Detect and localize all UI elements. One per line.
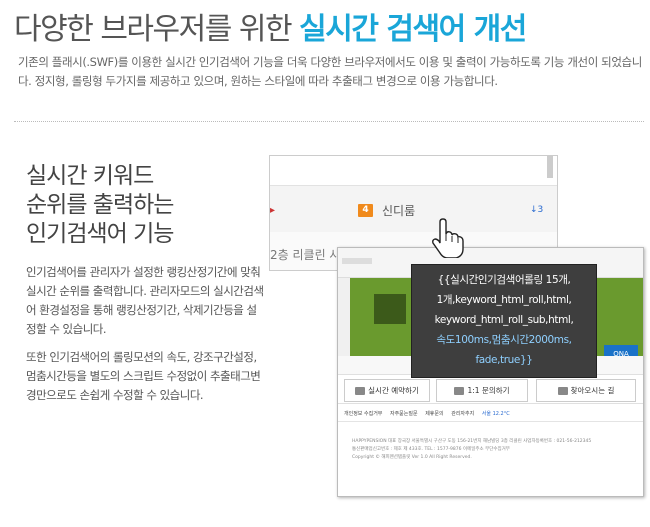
footer-link[interactable]: 자주묻는질문 (390, 411, 418, 417)
tag-line: fade,true}} (475, 354, 533, 366)
tag-line-highlight: 속도100ms,멈춤시간2000ms, (436, 334, 572, 346)
rank-badge: 4 (358, 204, 373, 217)
footer-link[interactable]: 관리자추지 (451, 411, 474, 417)
copyright-line: Copyright © 해피펜션탬플릿 Ver 1.0 All Right Re… (352, 455, 472, 460)
feature-heading-line: 실시간 키워드 (26, 163, 154, 189)
tick-mark-icon: ▸ (270, 205, 276, 216)
site-copyright: HAPPYPENSION 대표 장국장 서울특별시 구산구 도동 156-21번… (352, 438, 638, 462)
chat-icon (454, 387, 465, 395)
footer-link[interactable]: 개인정보 수집거부 (344, 411, 382, 417)
feature-description: 인기검색어를 관리자가 설정한 랭킹산정기간에 맞춰 실시간 순위를 출력합니다… (26, 263, 266, 414)
directions-card[interactable]: 찾아오시는 길 (536, 379, 636, 402)
calendar-icon (355, 387, 366, 395)
page-title-accent: 실시간 검색어 개선 (299, 12, 527, 47)
side-panel (338, 278, 350, 356)
feature-paragraph-1: 인기검색어를 관리자가 설정한 랭킹산정기간에 맞춰 실시간 순위를 출력합니다… (26, 265, 264, 336)
extract-tag-tooltip: {{실시간인기검색어롤링 15개, 1개,keyword_html_roll,h… (411, 264, 597, 378)
browser-top-area (270, 156, 557, 186)
footer-links: 개인정보 수집거부 자주묻는질문 제휴문의 관리자추지 서울 12.2°C (338, 406, 643, 422)
feature-heading: 실시간 키워드 순위를 출력하는 인기검색어 기능 (26, 162, 174, 249)
keyword-link[interactable]: 신디룸 (382, 202, 415, 219)
tag-line: 1개,keyword_html_roll,html, (436, 294, 572, 306)
hand-pointer-icon (432, 218, 464, 258)
reservation-card[interactable]: 실시간 예약하기 (344, 379, 430, 402)
card-label: 찾아오시는 길 (570, 386, 615, 395)
scrollbar (547, 156, 553, 178)
copyright-line: HAPPYPENSION 대표 장국장 서울특별시 구산구 도동 156-21번… (352, 439, 592, 444)
car-icon (557, 387, 568, 395)
card-label: 실시간 예약하기 (368, 386, 419, 395)
quick-menu: 실시간 예약하기 1:1 문의하기 찾아오시는 길 (338, 374, 643, 404)
page-title: 다양한 브라우저를 위한 실시간 검색어 개선 (14, 4, 527, 48)
feature-heading-line: 인기검색어 기능 (26, 221, 174, 247)
page-title-plain: 다양한 브라우저를 위한 (14, 12, 293, 47)
intro-paragraph: 기존의 플래시(.SWF)를 이용한 실시간 인기검색어 기능을 더욱 다양한 … (18, 55, 642, 88)
site-logo (342, 258, 372, 264)
footer-link[interactable]: 제휴문의 (425, 411, 443, 417)
weather-widget: 서울 12.2°C (481, 411, 510, 417)
feature-heading-line: 순위를 출력하는 (26, 192, 174, 218)
section-divider (14, 121, 644, 122)
rank-change: ↓3 (530, 205, 544, 215)
card-label: 1:1 문의하기 (467, 386, 510, 395)
copyright-line: 통신판매업신고번호 : 제호 제 433호. TEL : 1577-9876 이… (352, 447, 510, 452)
feature-paragraph-2: 또한 인기검색어의 롤링모션의 속도, 강조구간설정, 멈춤시간등을 별도의 스… (26, 350, 261, 402)
banner-thumbnail (374, 294, 406, 324)
inquiry-card[interactable]: 1:1 문의하기 (436, 379, 528, 402)
tag-line: {{실시간인기검색어롤링 15개, (437, 274, 571, 286)
tag-line: keyword_html_roll_sub,html, (434, 314, 574, 326)
